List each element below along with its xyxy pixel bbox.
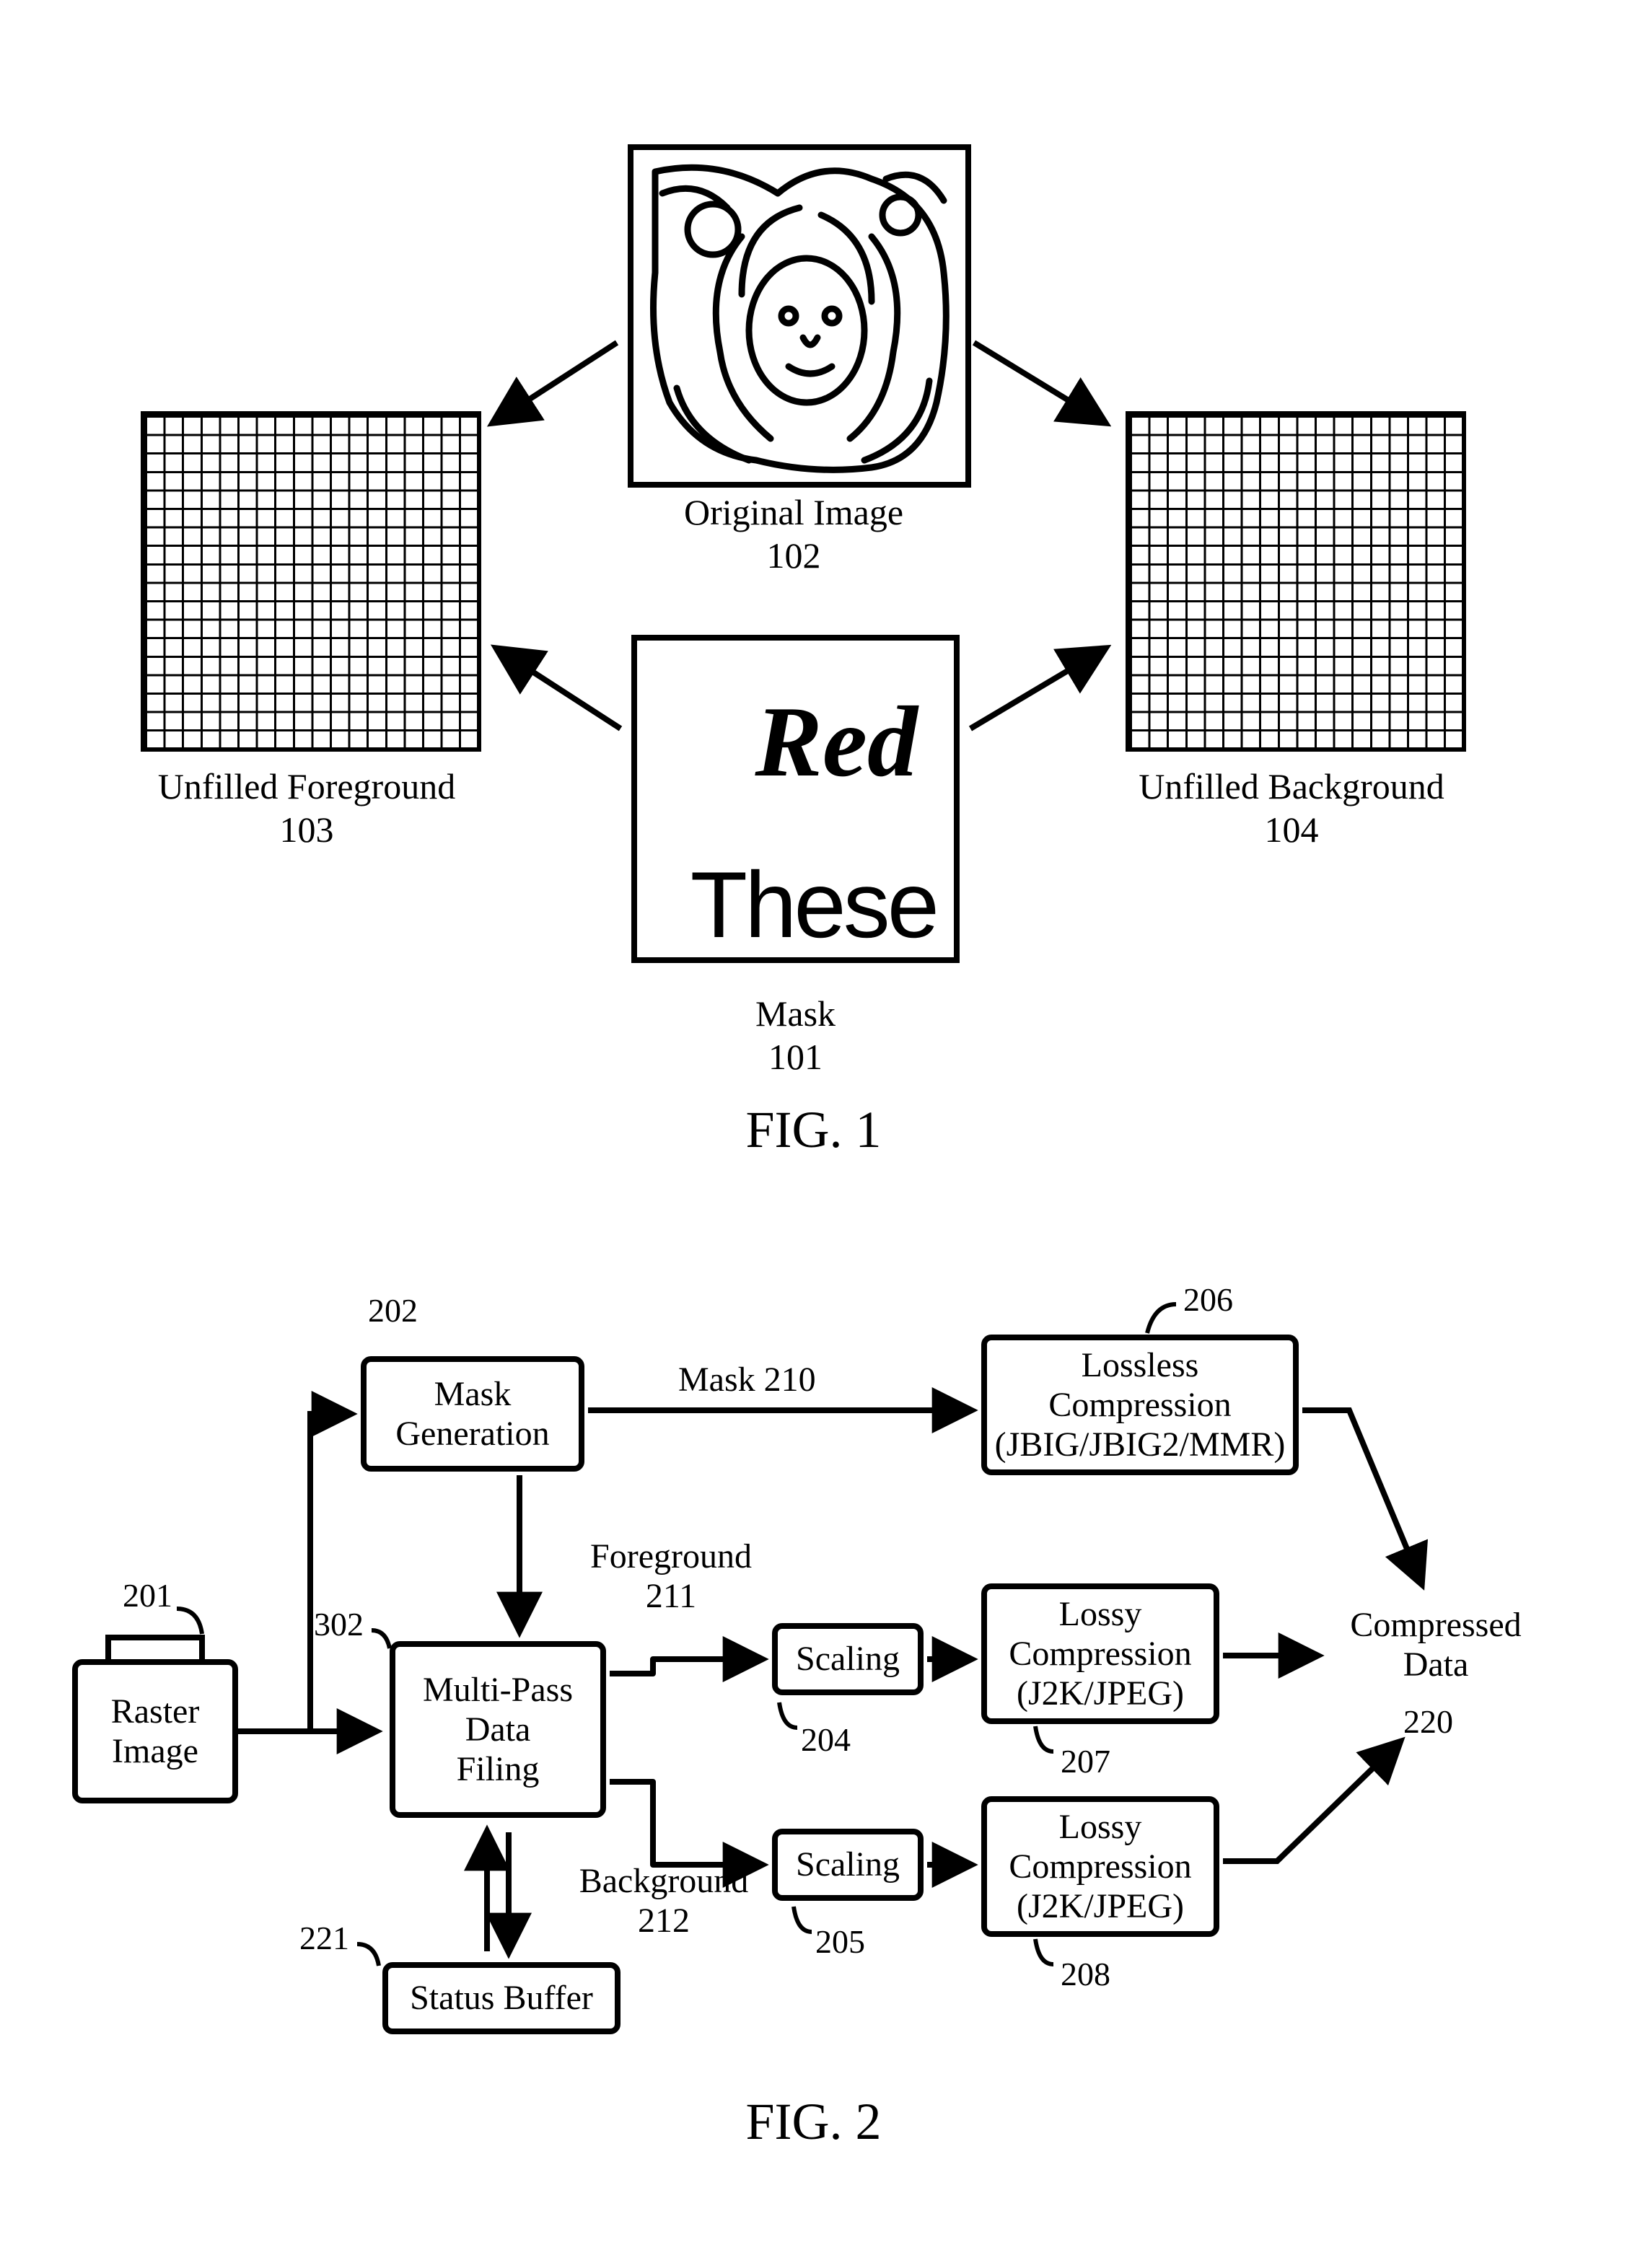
fig2-arrows xyxy=(0,0,1627,2268)
fig2-title: FIG. 2 xyxy=(0,2092,1627,2152)
